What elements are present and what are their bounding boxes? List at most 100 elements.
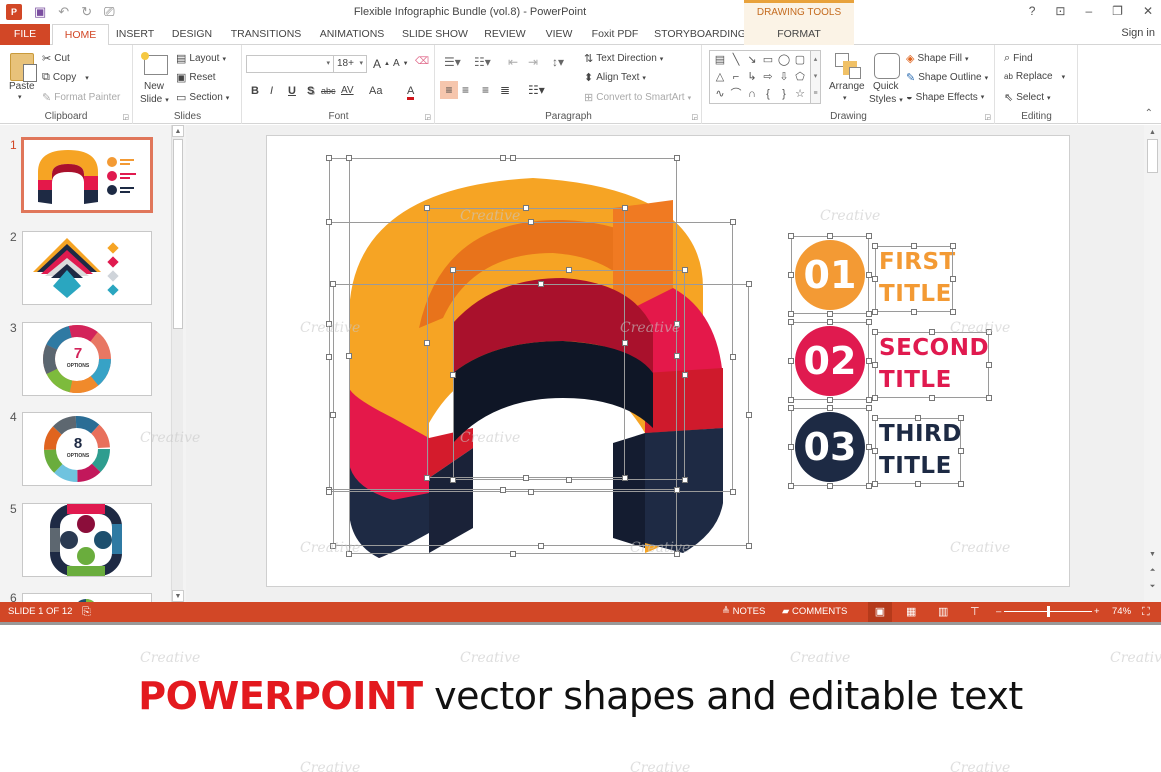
resize-handle[interactable] <box>424 475 430 481</box>
resize-handle[interactable] <box>788 233 794 239</box>
slide-canvas[interactable]: 01 FIRST TITLE 02 SECOND TITLE 03 THIRD … <box>266 135 1070 587</box>
right-arrow-shape-icon[interactable]: ⇨ <box>760 69 776 85</box>
resize-handle[interactable] <box>872 395 878 401</box>
resize-handle[interactable] <box>326 354 332 360</box>
bold-button[interactable]: B <box>251 85 259 97</box>
tab-animations[interactable]: ANIMATIONS <box>314 24 390 45</box>
italic-button[interactable]: I <box>270 85 273 97</box>
tab-home[interactable]: HOME <box>52 24 109 46</box>
resize-handle[interactable] <box>346 155 352 161</box>
resize-handle[interactable] <box>746 543 752 549</box>
resize-handle[interactable] <box>566 267 572 273</box>
freeform-shape-icon[interactable]: ⬠ <box>792 69 808 85</box>
tab-review[interactable]: REVIEW <box>480 24 530 45</box>
resize-handle[interactable] <box>872 481 878 487</box>
resize-handle[interactable] <box>674 487 680 493</box>
reading-view-icon[interactable]: ▥ <box>938 602 948 622</box>
resize-handle[interactable] <box>986 329 992 335</box>
line-spacing-icon[interactable]: ↕▾ <box>552 55 564 69</box>
resize-handle[interactable] <box>827 319 833 325</box>
resize-handle[interactable] <box>866 233 872 239</box>
minimize-icon[interactable]: – <box>1085 4 1092 18</box>
resize-handle[interactable] <box>788 272 794 278</box>
resize-handle[interactable] <box>538 281 544 287</box>
resize-handle[interactable] <box>788 311 794 317</box>
oval-shape-icon[interactable]: ◯ <box>776 52 792 68</box>
resize-handle[interactable] <box>346 551 352 557</box>
elbow-connector-icon[interactable]: ⌐ <box>728 69 744 85</box>
slide-thumbnail-6[interactable] <box>22 593 152 602</box>
zoom-in-icon[interactable]: + <box>1094 602 1100 622</box>
resize-handle[interactable] <box>730 219 736 225</box>
left-brace-icon[interactable]: { <box>760 86 776 102</box>
shape-fill-button[interactable]: ◈ Shape Fill ▾ <box>906 52 968 65</box>
arrange-button[interactable]: Arrange <box>829 81 865 92</box>
sign-in-link[interactable]: Sign in <box>1121 27 1155 39</box>
resize-handle[interactable] <box>872 276 878 282</box>
resize-handle[interactable] <box>528 489 534 495</box>
tab-design[interactable]: DESIGN <box>168 24 216 45</box>
paste-dropdown-icon[interactable]: ▾ <box>18 93 22 101</box>
resize-handle[interactable] <box>746 412 752 418</box>
quick-styles-button[interactable]: Quick <box>873 81 899 92</box>
slide-thumbnail-5[interactable] <box>22 503 152 577</box>
rectangle-shape-icon[interactable]: ▭ <box>760 52 776 68</box>
resize-handle[interactable] <box>330 412 336 418</box>
zoom-slider-thumb[interactable] <box>1047 606 1050 617</box>
help-icon[interactable]: ? <box>1029 4 1036 18</box>
resize-handle[interactable] <box>827 311 833 317</box>
cut-button[interactable]: ✂ Cut <box>42 52 70 65</box>
resize-handle[interactable] <box>950 309 956 315</box>
quick-styles-dropdown[interactable]: Styles ▾ <box>869 94 903 105</box>
spell-check-icon[interactable]: ⎘ <box>82 602 91 622</box>
notes-button[interactable]: ≜ NOTES <box>722 602 765 622</box>
slide-thumbnail-3[interactable]: 7 OPTIONS <box>22 322 152 396</box>
text-box-shape-icon[interactable]: ▤ <box>712 52 728 68</box>
resize-handle[interactable] <box>986 395 992 401</box>
presenter-view-icon[interactable]: ⎚ <box>104 3 114 21</box>
scroll-down-icon[interactable]: ▼ <box>172 590 184 602</box>
justify-icon[interactable]: ≣ <box>500 83 510 97</box>
resize-handle[interactable] <box>346 353 352 359</box>
slide-scrollbar[interactable]: ▲ ▼ ⏶ ⏷ <box>1144 125 1161 602</box>
resize-handle[interactable] <box>566 477 572 483</box>
resize-handle[interactable] <box>915 481 921 487</box>
change-case-button[interactable]: Aa <box>369 85 382 97</box>
resize-handle[interactable] <box>788 397 794 403</box>
section-button[interactable]: ▭ Section ▾ <box>176 91 229 104</box>
shape-outline-button[interactable]: ✎ Shape Outline ▾ <box>906 71 988 84</box>
resize-handle[interactable] <box>682 267 688 273</box>
grow-font-button[interactable]: A ▲ <box>373 57 390 71</box>
character-spacing-button[interactable]: AV <box>341 85 354 96</box>
find-button[interactable]: ⌕ Find <box>1004 52 1033 65</box>
resize-handle[interactable] <box>330 543 336 549</box>
slide-thumbnail-1[interactable] <box>21 137 153 213</box>
normal-view-icon[interactable]: ▣ <box>868 602 892 622</box>
previous-slide-icon[interactable]: ⏶ <box>1147 565 1158 576</box>
resize-handle[interactable] <box>788 405 794 411</box>
resize-handle[interactable] <box>424 340 430 346</box>
resize-handle[interactable] <box>827 397 833 403</box>
resize-handle[interactable] <box>682 477 688 483</box>
triangle-shape-icon[interactable]: △ <box>712 69 728 85</box>
reset-button[interactable]: ▣ Reset <box>176 71 216 84</box>
resize-handle[interactable] <box>622 205 628 211</box>
zoom-level[interactable]: 74% <box>1112 602 1131 622</box>
tab-foxit-pdf[interactable]: Foxit PDF <box>586 24 644 45</box>
copy-button[interactable]: ⧉ Copy ▾ <box>42 71 89 84</box>
resize-handle[interactable] <box>872 415 878 421</box>
resize-handle[interactable] <box>450 477 456 483</box>
underline-button[interactable]: U <box>288 85 296 97</box>
font-size-combobox[interactable]: 18+ ▾ <box>333 55 367 73</box>
font-color-button[interactable]: A <box>407 85 415 100</box>
thumbnails-scrollbar[interactable]: ▲ ▼ <box>171 125 184 602</box>
resize-handle[interactable] <box>674 321 680 327</box>
resize-handle[interactable] <box>528 219 534 225</box>
resize-handle[interactable] <box>510 155 516 161</box>
right-brace-icon[interactable]: } <box>776 86 792 102</box>
shrink-font-button[interactable]: A ▼ <box>393 58 409 69</box>
resize-handle[interactable] <box>827 483 833 489</box>
undo-icon[interactable]: ↶ <box>58 3 69 21</box>
resize-handle[interactable] <box>326 155 332 161</box>
resize-handle[interactable] <box>674 353 680 359</box>
